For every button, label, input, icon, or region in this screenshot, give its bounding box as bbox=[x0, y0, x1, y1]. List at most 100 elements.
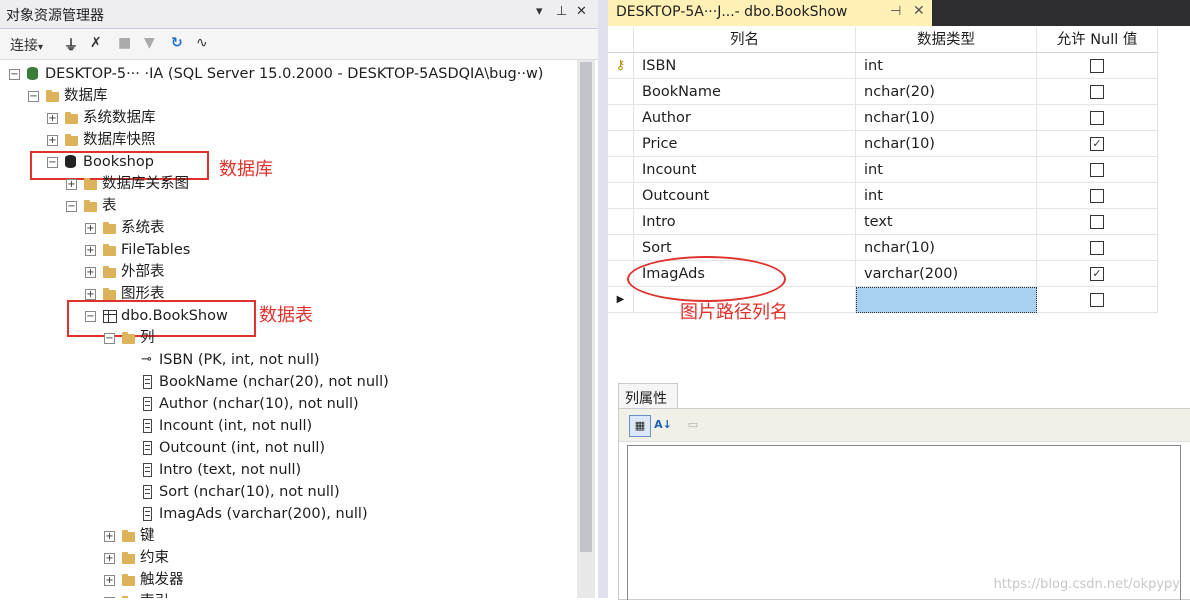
current-row-arrow-icon[interactable]: ▶ bbox=[608, 287, 634, 313]
pin-icon[interactable]: ⊥ bbox=[556, 4, 567, 19]
tree-item[interactable]: + 数据库关系图 bbox=[0, 173, 575, 195]
tree-item-label: 键 bbox=[140, 528, 155, 544]
tree-item[interactable]: BookName (nchar(20), not null) bbox=[0, 371, 575, 393]
expand-icon[interactable]: + bbox=[85, 267, 96, 278]
property-pages-icon[interactable]: ▭ bbox=[683, 415, 703, 435]
allow-null-checkbox[interactable] bbox=[1090, 189, 1104, 203]
tree-item[interactable]: + 系统表 bbox=[0, 217, 575, 239]
tree-item[interactable]: + 触发器 bbox=[0, 569, 575, 591]
row-selector[interactable] bbox=[608, 79, 634, 105]
tree-item[interactable]: − 表 bbox=[0, 195, 575, 217]
expand-icon[interactable]: + bbox=[47, 113, 58, 124]
cell-data-type[interactable]: nchar(20) bbox=[856, 79, 1037, 105]
allow-null-checkbox[interactable] bbox=[1090, 241, 1104, 255]
cell-column-name[interactable]: Outcount bbox=[634, 183, 856, 209]
row-selector[interactable] bbox=[608, 131, 634, 157]
tab-close-icon[interactable]: ✕ bbox=[913, 3, 925, 19]
cell-data-type[interactable]: int bbox=[856, 183, 1037, 209]
allow-null-checkbox[interactable]: ✓ bbox=[1090, 267, 1104, 281]
tree-item[interactable]: − Bookshop bbox=[0, 151, 575, 173]
cell-data-type[interactable] bbox=[856, 287, 1037, 313]
allow-null-checkbox[interactable] bbox=[1090, 215, 1104, 229]
tree-item[interactable]: + 系统数据库 bbox=[0, 107, 575, 129]
folder-icon bbox=[103, 222, 116, 234]
row-selector[interactable] bbox=[608, 105, 634, 131]
row-selector[interactable] bbox=[608, 209, 634, 235]
refresh-icon[interactable]: ↻ bbox=[171, 35, 183, 51]
tree-item[interactable]: + 数据库快照 bbox=[0, 129, 575, 151]
tree-item[interactable]: − 列 bbox=[0, 327, 575, 349]
tree-item[interactable]: Intro (text, not null) bbox=[0, 459, 575, 481]
cell-column-name[interactable]: Author bbox=[634, 105, 856, 131]
cell-column-name[interactable]: Intro bbox=[634, 209, 856, 235]
tree-item[interactable]: − dbo.BookShow bbox=[0, 305, 575, 327]
tree-item[interactable]: − 数据库 bbox=[0, 85, 575, 107]
connect-plug-icon[interactable]: ⏚ bbox=[64, 35, 78, 55]
tree-item[interactable]: Incount (int, not null) bbox=[0, 415, 575, 437]
cell-data-type[interactable]: nchar(10) bbox=[856, 131, 1037, 157]
cell-column-name[interactable]: BookName bbox=[634, 79, 856, 105]
column-icon bbox=[143, 463, 152, 477]
expand-icon[interactable]: + bbox=[47, 135, 58, 146]
tree-item[interactable]: ⊸ ISBN (PK, int, not null) bbox=[0, 349, 575, 371]
tree-item[interactable]: + 图形表 bbox=[0, 283, 575, 305]
connect-button[interactable]: 连接▾ bbox=[10, 35, 43, 55]
allow-null-checkbox[interactable] bbox=[1090, 59, 1104, 73]
row-selector[interactable] bbox=[608, 235, 634, 261]
allow-null-checkbox[interactable] bbox=[1090, 111, 1104, 125]
collapse-icon[interactable]: − bbox=[66, 201, 77, 212]
stop-icon[interactable]: ■ bbox=[118, 35, 131, 51]
panel-dropdown-icon[interactable]: ▾ bbox=[536, 4, 543, 19]
tree-item[interactable]: + FileTables bbox=[0, 239, 575, 261]
collapse-icon[interactable]: − bbox=[104, 333, 115, 344]
allow-null-checkbox[interactable] bbox=[1090, 163, 1104, 177]
cell-column-name[interactable]: ISBN bbox=[634, 53, 856, 79]
close-icon[interactable]: ✕ bbox=[576, 4, 587, 19]
disconnect-icon[interactable]: ✗ bbox=[90, 35, 102, 51]
expand-icon[interactable]: + bbox=[85, 289, 96, 300]
allow-null-checkbox[interactable]: ✓ bbox=[1090, 137, 1104, 151]
tree-item[interactable]: Sort (nchar(10), not null) bbox=[0, 481, 575, 503]
allow-null-checkbox[interactable] bbox=[1090, 293, 1104, 307]
activity-monitor-icon[interactable]: ∿ bbox=[196, 35, 208, 51]
tree-item[interactable]: Outcount (int, not null) bbox=[0, 437, 575, 459]
tab-pin-icon[interactable]: ⊣ bbox=[890, 4, 901, 19]
expand-icon[interactable]: + bbox=[66, 179, 77, 190]
tree-item[interactable]: ImagAds (varchar(200), null) bbox=[0, 503, 575, 525]
tree-item[interactable]: + 键 bbox=[0, 525, 575, 547]
tree-item[interactable]: + 约束 bbox=[0, 547, 575, 569]
expand-icon[interactable]: + bbox=[85, 245, 96, 256]
tree-item[interactable]: − DESKTOP-5··· ·IA (SQL Server 15.0.2000 … bbox=[0, 63, 575, 85]
cell-data-type[interactable]: int bbox=[856, 53, 1037, 79]
filter-icon[interactable]: ▼ bbox=[144, 35, 155, 51]
row-selector[interactable] bbox=[608, 157, 634, 183]
expand-icon[interactable]: + bbox=[85, 223, 96, 234]
collapse-icon[interactable]: − bbox=[85, 311, 96, 322]
expand-icon[interactable]: + bbox=[104, 553, 115, 564]
collapse-icon[interactable]: − bbox=[47, 157, 58, 168]
collapse-icon[interactable]: − bbox=[9, 69, 20, 80]
tab-dbo-bookshow[interactable]: DESKTOP-5A···J...- dbo.BookShow ⊣ ✕ bbox=[608, 0, 932, 26]
cell-data-type[interactable]: nchar(10) bbox=[856, 105, 1037, 131]
tree-item[interactable]: + 外部表 bbox=[0, 261, 575, 283]
expand-icon[interactable]: + bbox=[104, 575, 115, 586]
tree-item[interactable]: +索引 bbox=[0, 591, 575, 598]
cell-column-name[interactable]: Sort bbox=[634, 235, 856, 261]
cell-data-type[interactable]: nchar(10) bbox=[856, 235, 1037, 261]
cell-data-type[interactable]: varchar(200) bbox=[856, 261, 1037, 287]
categorized-icon[interactable]: ▦ bbox=[629, 415, 651, 437]
tree-item[interactable]: Author (nchar(10), not null) bbox=[0, 393, 575, 415]
panel-splitter[interactable] bbox=[598, 0, 608, 598]
cell-data-type[interactable]: text bbox=[856, 209, 1037, 235]
allow-null-checkbox[interactable] bbox=[1090, 85, 1104, 99]
cell-column-name[interactable]: Price bbox=[634, 131, 856, 157]
tab-column-properties[interactable]: 列属性 bbox=[618, 383, 678, 410]
row-selector[interactable] bbox=[608, 183, 634, 209]
primary-key-icon[interactable]: ⚷ bbox=[608, 53, 634, 79]
cell-data-type[interactable]: int bbox=[856, 157, 1037, 183]
cell-column-name[interactable]: Incount bbox=[634, 157, 856, 183]
collapse-icon[interactable]: − bbox=[28, 91, 39, 102]
explorer-scrollbar-thumb[interactable] bbox=[580, 62, 592, 552]
expand-icon[interactable]: + bbox=[104, 531, 115, 542]
sort-alphabetical-icon[interactable]: A↓ bbox=[653, 415, 673, 435]
